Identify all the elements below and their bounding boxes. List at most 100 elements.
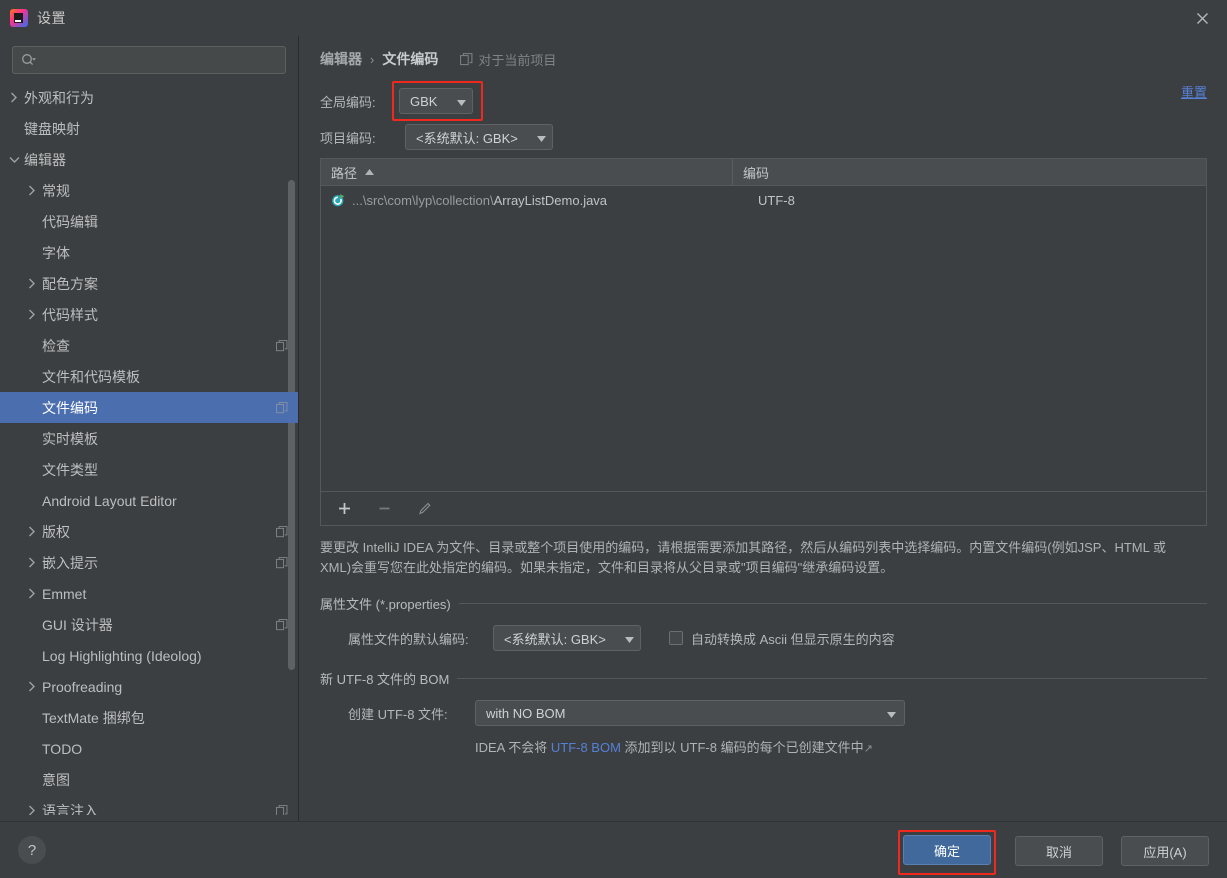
ok-button[interactable]: 确定 — [903, 835, 991, 865]
sidebar-item-5[interactable]: 字体 — [0, 237, 298, 268]
chevron-right-icon[interactable] — [24, 803, 40, 815]
edit-path-button[interactable] — [413, 498, 435, 520]
ok-button-highlight: 确定 — [898, 830, 996, 875]
sidebar-item-13[interactable]: Android Layout Editor — [0, 485, 298, 516]
sidebar-item-label: 检查 — [42, 337, 70, 354]
chevron-right-icon[interactable] — [24, 679, 40, 695]
chevron-right-icon[interactable] — [24, 555, 40, 571]
properties-default-encoding-row: 属性文件的默认编码: <系统默认: GBK> 自动转换成 Ascii 但显示原生… — [320, 623, 1207, 653]
bom-note-suffix: 添加到以 UTF-8 编码的每个已创建文件中 — [620, 740, 864, 755]
sidebar-item-20[interactable]: TextMate 捆绑包 — [0, 702, 298, 733]
breadcrumb-current: 文件编码 — [382, 51, 439, 67]
dialog-footer: ? 确定 取消 应用(A) — [0, 821, 1227, 878]
reset-link[interactable]: 重置 — [1181, 82, 1207, 101]
search-box[interactable] — [12, 46, 286, 74]
chevron-right-icon[interactable] — [24, 586, 40, 602]
sidebar-item-15[interactable]: 嵌入提示 — [0, 547, 298, 578]
table-cell-path-file: ArrayListDemo.java — [493, 192, 608, 208]
sidebar-item-11[interactable]: 实时模板 — [0, 423, 298, 454]
breadcrumb-parent[interactable]: 编辑器 — [320, 49, 362, 69]
intellij-idea-logo-icon — [10, 9, 28, 27]
search-container — [0, 36, 298, 80]
section-divider — [458, 603, 1207, 604]
sidebar-item-10[interactable]: 文件编码 — [0, 392, 298, 423]
breadcrumb: 编辑器 › 文件编码 对于当前项目 — [320, 36, 1207, 78]
sidebar-item-0[interactable]: 外观和行为 — [0, 82, 298, 113]
transparent-ascii-checkbox[interactable] — [669, 631, 683, 645]
sidebar-item-label: TextMate 捆绑包 — [42, 709, 145, 726]
sidebar-item-1[interactable]: 键盘映射 — [0, 113, 298, 144]
bom-note-link[interactable]: UTF-8 BOM — [551, 740, 621, 755]
project-encoding-combo[interactable]: <系统默认: GBK> — [405, 124, 553, 150]
sidebar-item-3[interactable]: 常规 — [0, 175, 298, 206]
sidebar-item-22[interactable]: 意图 — [0, 764, 298, 795]
chevron-right-icon[interactable] — [24, 307, 40, 323]
sidebar-item-14[interactable]: 版权 — [0, 516, 298, 547]
chevron-right-icon[interactable] — [6, 90, 22, 106]
java-class-run-icon — [331, 193, 346, 208]
sidebar-item-16[interactable]: Emmet — [0, 578, 298, 609]
chevron-down-icon — [625, 631, 634, 646]
bom-section-title: 新 UTF-8 文件的 BOM — [320, 672, 450, 687]
column-header-encoding[interactable]: 编码 — [733, 159, 1206, 185]
chevron-down-icon[interactable] — [6, 152, 22, 168]
table-cell-path-prefix: ...\src\com\lyp\collection\ — [352, 192, 494, 208]
sidebar-item-label: 键盘映射 — [24, 120, 80, 137]
chevron-right-icon[interactable] — [24, 276, 40, 292]
sidebar-item-8[interactable]: 检查 — [0, 330, 298, 361]
properties-default-encoding-label: 属性文件的默认编码: — [348, 631, 469, 647]
table-body[interactable]: ...\src\com\lyp\collection\ArrayListDemo… — [321, 186, 1206, 491]
create-utf8-value: with NO BOM — [486, 705, 566, 721]
create-utf8-row: 创建 UTF-8 文件: with NO BOM — [320, 698, 1207, 728]
chevron-down-icon — [887, 706, 896, 721]
add-path-button[interactable] — [333, 498, 355, 520]
sidebar-item-6[interactable]: 配色方案 — [0, 268, 298, 299]
transparent-ascii-checkbox-row[interactable]: 自动转换成 Ascii 但显示原生的内容 — [669, 629, 895, 648]
global-encoding-label: 全局编码: — [320, 94, 376, 110]
encodings-description: 要更改 IntelliJ IDEA 为文件、目录或整个项目使用的编码，请根据需要… — [320, 540, 1166, 575]
chevron-down-icon — [537, 130, 546, 145]
settings-tree[interactable]: 外观和行为键盘映射编辑器常规 代码编辑 字体配色方案代码样式检查文件和代码模板 文件编… — [0, 80, 298, 815]
sidebar-item-21[interactable]: TODO — [0, 733, 298, 764]
cancel-button[interactable]: 取消 — [1015, 836, 1103, 866]
copy-settings-icon — [276, 556, 288, 569]
project-encoding-value: <系统默认: GBK> — [416, 130, 518, 146]
remove-path-button[interactable] — [373, 498, 395, 520]
sidebar-item-23[interactable]: 语言注入 — [0, 795, 298, 815]
global-encoding-combo[interactable]: GBK — [399, 88, 473, 114]
sidebar-item-17[interactable]: GUI 设计器 — [0, 609, 298, 640]
chevron-right-icon[interactable] — [24, 524, 40, 540]
close-icon[interactable] — [1189, 6, 1215, 30]
sidebar-item-2[interactable]: 编辑器 — [0, 144, 298, 175]
copy-settings-icon — [276, 401, 288, 414]
bom-section-body: 创建 UTF-8 文件: with NO BOM IDEA 不会将 UTF-8 … — [320, 688, 1207, 756]
sidebar-item-9[interactable]: 文件和代码模板 — [0, 361, 298, 392]
apply-button[interactable]: 应用(A) — [1121, 836, 1209, 866]
help-button[interactable]: ? — [18, 836, 46, 864]
properties-default-encoding-combo[interactable]: <系统默认: GBK> — [493, 625, 641, 651]
bom-note: IDEA 不会将 UTF-8 BOM 添加到以 UTF-8 编码的每个已创建文件… — [475, 737, 1207, 756]
sidebar-item-label: 嵌入提示 — [42, 554, 98, 571]
table-cell-path: ...\src\com\lyp\collection\ArrayListDemo… — [352, 193, 748, 208]
copy-scope-icon — [460, 52, 473, 66]
create-utf8-combo[interactable]: with NO BOM — [475, 700, 905, 726]
properties-section: 属性文件 (*.properties) 属性文件的默认编码: <系统默认: GB… — [320, 594, 1207, 653]
table-row[interactable]: ...\src\com\lyp\collection\ArrayListDemo… — [321, 186, 1206, 214]
column-header-path[interactable]: 路径 — [321, 159, 733, 185]
sidebar-item-19[interactable]: Proofreading — [0, 671, 298, 702]
project-encoding-label: 项目编码: — [320, 130, 376, 146]
search-input[interactable] — [41, 48, 277, 72]
sidebar-item-label: 意图 — [42, 771, 70, 788]
sidebar-item-18[interactable]: Log Highlighting (Ideolog) — [0, 640, 298, 671]
sidebar-item-7[interactable]: 代码样式 — [0, 299, 298, 330]
sidebar-item-label: TODO — [42, 740, 83, 757]
chevron-right-icon[interactable] — [24, 183, 40, 199]
sidebar-item-label: Log Highlighting (Ideolog) — [42, 647, 202, 664]
title-bar: 设置 — [0, 0, 1227, 36]
sidebar-item-12[interactable]: 文件类型 — [0, 454, 298, 485]
sidebar-item-4[interactable]: 代码编辑 — [0, 206, 298, 237]
bom-note-prefix: IDEA 不会将 — [475, 740, 551, 755]
dialog-title: 设置 — [37, 10, 66, 26]
sidebar-item-label: 配色方案 — [42, 275, 98, 292]
sidebar-item-label: 编辑器 — [24, 151, 66, 168]
